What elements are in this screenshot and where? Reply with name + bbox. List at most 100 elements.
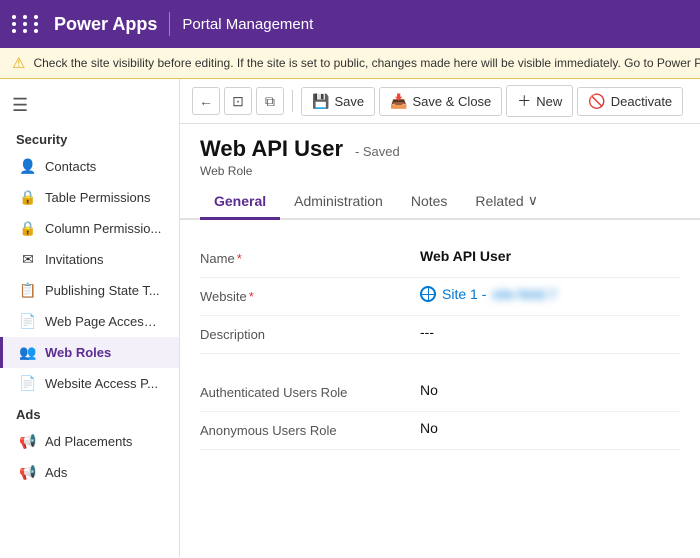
anonymous-value: No <box>420 420 680 436</box>
sidebar-menu-toggle[interactable]: ☰ <box>0 87 179 124</box>
back-button[interactable]: ← <box>192 87 220 115</box>
form-body: Name* Web API User Website* Site 1 - sit… <box>180 220 700 557</box>
anonymous-value-text: No <box>420 420 438 436</box>
popout-icon: ⧉ <box>265 93 275 110</box>
sidebar-label-invitations: Invitations <box>45 252 104 267</box>
new-icon: ＋ <box>517 91 531 111</box>
sidebar-item-contacts[interactable]: 👤 Contacts <box>0 151 179 182</box>
warning-icon: ⚠ <box>12 54 25 72</box>
tab-related-label: Related <box>475 193 523 209</box>
name-text: Web API User <box>420 248 511 264</box>
name-value: Web API User <box>420 248 680 264</box>
sidebar-item-ads[interactable]: 📢 Ads <box>0 457 179 488</box>
name-required-indicator: * <box>237 251 242 266</box>
form-row-authenticated: Authenticated Users Role No <box>200 374 680 412</box>
sidebar-item-publishing-state[interactable]: 📋 Publishing State T... <box>0 275 179 306</box>
description-label: Description <box>200 324 420 344</box>
window-icon: ⊡ <box>232 93 244 110</box>
publishing-state-icon: 📋 <box>19 282 37 299</box>
top-bar-divider <box>169 12 170 36</box>
form-row-description: Description --- <box>200 316 680 354</box>
authenticated-label: Authenticated Users Role <box>200 382 420 402</box>
app-grid-icon[interactable] <box>12 15 42 33</box>
sidebar-item-web-page-access[interactable]: 📄 Web Page Access ... <box>0 306 179 337</box>
sidebar: ☰ Security 👤 Contacts 🔒 Table Permission… <box>0 79 180 557</box>
sidebar-item-table-permissions[interactable]: 🔒 Table Permissions <box>0 182 179 213</box>
tabs: General Administration Notes Related ∨ <box>180 178 700 220</box>
sidebar-item-website-access[interactable]: 📄 Website Access P... <box>0 368 179 399</box>
ad-placements-icon: 📢 <box>19 433 37 450</box>
website-value[interactable]: Site 1 - site-field-7 <box>420 286 680 302</box>
deactivate-button[interactable]: 🚫 Deactivate <box>577 87 683 116</box>
authenticated-label-text: Authenticated Users Role <box>200 385 347 400</box>
tab-related[interactable]: Related ∨ <box>461 186 552 220</box>
tab-notes[interactable]: Notes <box>397 187 462 220</box>
sidebar-label-ads: Ads <box>45 465 67 480</box>
save-label: Save <box>334 94 364 109</box>
sidebar-item-invitations[interactable]: ✉ Invitations <box>0 244 179 275</box>
ads-icon: 📢 <box>19 464 37 481</box>
warning-banner: ⚠ Check the site visibility before editi… <box>0 48 700 79</box>
portal-name: Portal Management <box>182 16 313 33</box>
record-type: Web Role <box>200 164 680 178</box>
form-row-name: Name* Web API User <box>200 240 680 278</box>
sidebar-label-publishing-state: Publishing State T... <box>45 283 160 298</box>
form-divider <box>200 354 680 374</box>
content-area: ← ⊡ ⧉ 💾 Save 📥 Save & Close ＋ New � <box>180 79 700 557</box>
authenticated-value: No <box>420 382 680 398</box>
website-link-text: Site 1 - <box>442 286 486 302</box>
web-page-access-icon: 📄 <box>19 313 37 330</box>
related-chevron-icon: ∨ <box>528 192 538 209</box>
toolbar-separator-1 <box>292 90 293 112</box>
toolbar: ← ⊡ ⧉ 💾 Save 📥 Save & Close ＋ New � <box>180 79 700 124</box>
new-button[interactable]: ＋ New <box>506 85 573 117</box>
sidebar-label-website-access: Website Access P... <box>45 376 158 391</box>
save-close-icon: 📥 <box>390 93 407 110</box>
sidebar-section-security: Security <box>0 124 179 151</box>
window-icon-button[interactable]: ⊡ <box>224 87 252 115</box>
description-text: --- <box>420 324 434 340</box>
authenticated-value-text: No <box>420 382 438 398</box>
record-title: Web API User <box>200 136 343 161</box>
record-header: Web API User - Saved Web Role <box>180 124 700 178</box>
web-roles-icon: 👥 <box>19 344 37 361</box>
sidebar-item-column-permissions[interactable]: 🔒 Column Permissio... <box>0 213 179 244</box>
record-saved-status: - Saved <box>355 144 400 159</box>
website-label: Website* <box>200 286 420 306</box>
save-close-button[interactable]: 📥 Save & Close <box>379 87 502 116</box>
sidebar-label-column-permissions: Column Permissio... <box>45 221 161 236</box>
tab-administration-label: Administration <box>294 193 383 209</box>
column-permissions-icon: 🔒 <box>19 220 37 237</box>
anonymous-label-text: Anonymous Users Role <box>200 423 337 438</box>
deactivate-label: Deactivate <box>611 94 672 109</box>
popout-button[interactable]: ⧉ <box>256 87 284 115</box>
tab-administration[interactable]: Administration <box>280 187 397 220</box>
sidebar-section-ads: Ads <box>0 399 179 426</box>
sidebar-label-ad-placements: Ad Placements <box>45 434 132 449</box>
main-layout: ☰ Security 👤 Contacts 🔒 Table Permission… <box>0 79 700 557</box>
sidebar-label-web-page-access: Web Page Access ... <box>45 314 163 329</box>
save-icon: 💾 <box>312 93 329 110</box>
sidebar-label-web-roles: Web Roles <box>45 345 111 360</box>
deactivate-icon: 🚫 <box>588 93 605 110</box>
website-blurred-text: site-field-7 <box>492 286 557 302</box>
name-label: Name* <box>200 248 420 268</box>
save-button[interactable]: 💾 Save <box>301 87 375 116</box>
website-required-indicator: * <box>249 289 254 304</box>
anonymous-label: Anonymous Users Role <box>200 420 420 440</box>
sidebar-label-contacts: Contacts <box>45 159 96 174</box>
tab-general[interactable]: General <box>200 187 280 220</box>
invitations-icon: ✉ <box>19 251 37 268</box>
new-label: New <box>536 94 562 109</box>
table-permissions-icon: 🔒 <box>19 189 37 206</box>
website-access-icon: 📄 <box>19 375 37 392</box>
sidebar-label-table-permissions: Table Permissions <box>45 190 151 205</box>
top-bar: Power Apps Portal Management <box>0 0 700 48</box>
contacts-icon: 👤 <box>19 158 37 175</box>
form-row-anonymous: Anonymous Users Role No <box>200 412 680 450</box>
back-icon: ← <box>199 93 213 109</box>
form-row-website: Website* Site 1 - site-field-7 <box>200 278 680 316</box>
sidebar-item-ad-placements[interactable]: 📢 Ad Placements <box>0 426 179 457</box>
sidebar-item-web-roles[interactable]: 👥 Web Roles <box>0 337 179 368</box>
tab-notes-label: Notes <box>411 193 448 209</box>
